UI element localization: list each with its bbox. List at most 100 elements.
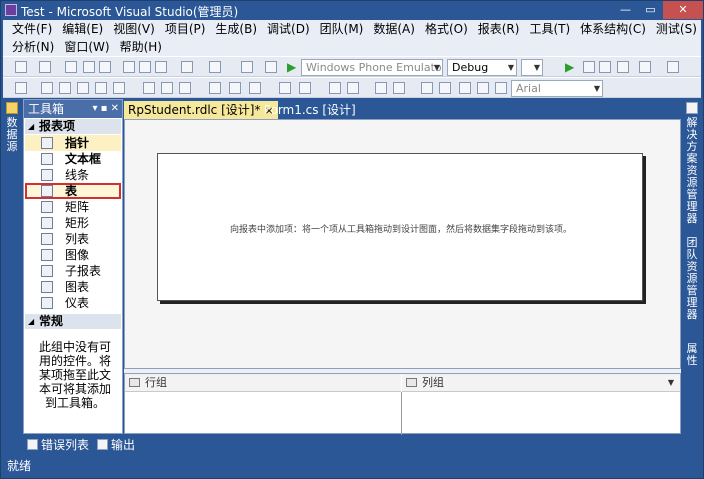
toolbox-item[interactable]: 子报表 (25, 263, 121, 279)
toolbox-item[interactable]: 图表 (25, 279, 121, 295)
team-explorer-tab[interactable]: 团队资源管理器 (685, 237, 699, 321)
undo-icon[interactable] (181, 61, 193, 73)
menu-item[interactable]: 窗口(W) (59, 38, 114, 56)
toolbox-item[interactable]: 列表 (25, 231, 121, 247)
toolbox-item[interactable]: 矩形 (25, 215, 121, 231)
menu-item[interactable]: 生成(B) (210, 20, 262, 38)
font-family-dropdown[interactable]: Arial ▼ (511, 80, 603, 97)
config-dropdown[interactable]: Debug ▼ (447, 59, 517, 76)
toolbox-header: 工具箱 ▾ ▪ ✕ (24, 100, 122, 118)
spacing-icon[interactable] (209, 82, 221, 94)
toolbox-item[interactable]: 矩阵 (25, 199, 121, 215)
background-color-icon[interactable] (459, 82, 471, 94)
align-bottom-icon[interactable] (113, 82, 125, 94)
cut-icon[interactable] (123, 61, 135, 73)
stop-icon[interactable] (599, 61, 611, 73)
chevron-down-icon[interactable]: ▼ (668, 374, 674, 392)
error-list-tab[interactable]: 错误列表 (25, 437, 89, 453)
minimize-button[interactable]: — (613, 1, 638, 19)
align-middle-icon[interactable] (95, 82, 107, 94)
menu-item[interactable]: 视图(V) (108, 20, 160, 38)
bring-to-front-icon[interactable] (375, 82, 387, 94)
step-over-icon[interactable] (639, 61, 651, 73)
redo-icon[interactable] (209, 61, 221, 73)
new-project-icon[interactable] (15, 61, 27, 73)
pause-icon[interactable] (583, 61, 595, 73)
spacing-icon[interactable] (229, 82, 241, 94)
properties-tab[interactable]: 属性 (685, 343, 699, 367)
spacing-icon[interactable] (249, 82, 261, 94)
spacing-icon[interactable] (279, 82, 291, 94)
navigate-forward-icon[interactable] (265, 61, 277, 73)
report-design-surface[interactable]: 向报表中添加项：将一个项从工具箱拖动到设计图面，然后将数据集字段拖动到该项。 (124, 119, 681, 369)
menu-item[interactable]: 项目(P) (160, 20, 211, 38)
menu-item[interactable]: 格式(O) (420, 20, 473, 38)
toolbox-item[interactable]: 仪表 (25, 295, 121, 311)
same-height-icon[interactable] (161, 82, 173, 94)
menu-item[interactable]: 工具(T) (524, 20, 575, 38)
navigate-back-icon[interactable] (241, 61, 253, 73)
drag-hint-text: 向报表中添加项：将一个项从工具箱拖动到设计图面，然后将数据集字段拖动到该项。 (229, 225, 572, 235)
toolbox-window-icon[interactable] (667, 61, 679, 73)
menu-item[interactable]: 团队(M) (315, 20, 369, 38)
grouping-pane: 行组 列组 ▼ (124, 373, 681, 435)
same-size-icon[interactable] (179, 82, 191, 94)
border-style-icon[interactable] (439, 82, 451, 94)
chevron-down-icon: ▼ (433, 63, 440, 72)
save-all-icon[interactable] (99, 61, 111, 73)
vs-logo-icon (5, 4, 17, 16)
menu-item[interactable]: 文件(F) (7, 20, 57, 38)
data-sources-side-tab[interactable]: 数据源 (3, 99, 21, 439)
menu-item[interactable]: 编辑(E) (57, 20, 108, 38)
center-horizontally-icon[interactable] (329, 82, 341, 94)
menu-item[interactable]: 调试(D) (262, 20, 315, 38)
center-vertically-icon[interactable] (347, 82, 359, 94)
menu-item[interactable]: 数据(A) (368, 20, 420, 38)
spacing-icon[interactable] (299, 82, 311, 94)
maximize-button[interactable]: ▭ (638, 1, 663, 19)
toolbox-item[interactable]: 表 (25, 183, 121, 199)
align-top-icon[interactable] (77, 82, 89, 94)
menu-item[interactable]: 帮助(H) (115, 38, 167, 56)
same-width-icon[interactable] (143, 82, 155, 94)
start-debug-icon[interactable]: ▶ (287, 60, 296, 74)
error-list-icon (27, 439, 38, 450)
open-icon[interactable] (65, 61, 77, 73)
save-icon[interactable] (83, 61, 95, 73)
tab-rpstudent[interactable]: RpStudent.rdlc [设计]* × (124, 101, 278, 119)
paste-icon[interactable] (155, 61, 167, 73)
toolbox-item[interactable]: 指针 (25, 135, 121, 151)
send-to-back-icon[interactable] (393, 82, 405, 94)
foreground-color-icon[interactable] (477, 82, 489, 94)
menu-item[interactable]: 分析(N) (7, 38, 59, 56)
data-sources-label: 数据源 (6, 116, 18, 153)
toolbox-item[interactable]: 图像 (25, 247, 121, 263)
deploy-target-dropdown[interactable]: Windows Phone Emulato ▼ (301, 59, 443, 76)
restart-icon[interactable] (617, 61, 629, 73)
menu-item[interactable]: 体系结构(C) (575, 20, 651, 38)
output-tab[interactable]: 输出 (95, 437, 135, 453)
menu-bar: 文件(F) 编辑(E) 视图(V) 项目(P) 生成(B) 调试(D) 团队(M) 数据(A)… (3, 20, 701, 56)
toolbox-pin-controls[interactable]: ▾ ▪ ✕ (92, 100, 119, 118)
menu-item[interactable]: 报表(R) (473, 20, 525, 38)
style-icon[interactable] (495, 82, 507, 94)
copy-icon[interactable] (139, 61, 151, 73)
solution-explorer-tab[interactable]: 解决方案资源管理器 (685, 117, 699, 225)
align-left-icon[interactable] (15, 82, 27, 94)
run-icon[interactable]: ▶ (565, 60, 574, 74)
align-center-icon[interactable] (41, 82, 53, 94)
section-general[interactable]: ◢ 常规 (25, 314, 121, 329)
menu-item[interactable]: 测试(S) (651, 20, 702, 38)
toolbox-item[interactable]: 线条 (25, 167, 121, 183)
add-item-icon[interactable] (39, 61, 51, 73)
border-icon[interactable] (421, 82, 433, 94)
report-body[interactable]: 向报表中添加项：将一个项从工具箱拖动到设计图面，然后将数据集字段拖动到该项。 (157, 153, 643, 301)
gauge-icon (41, 297, 53, 309)
platform-dropdown[interactable]: ▼ (521, 59, 543, 76)
group-divider (401, 392, 402, 435)
close-button[interactable]: ✕ (663, 1, 703, 19)
toolbox-item[interactable]: 文本框 (25, 151, 121, 167)
align-right-icon[interactable] (59, 82, 71, 94)
section-report-items[interactable]: ◢ 报表项 (25, 119, 121, 134)
tab-form1[interactable]: Form1.cs [设计] (260, 101, 360, 119)
